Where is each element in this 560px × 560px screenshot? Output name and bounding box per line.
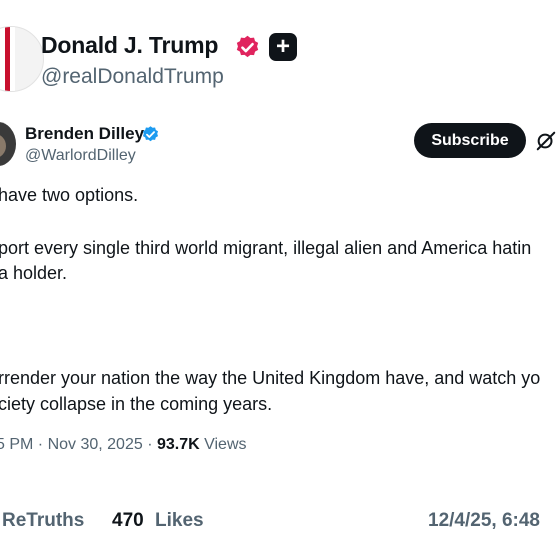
flag-image (0, 27, 15, 91)
quoted-author-handle[interactable]: @WarlordDilley (25, 147, 136, 165)
author-handle[interactable]: @realDonaldTrump (41, 65, 224, 89)
likes-count[interactable]: 470 (112, 510, 144, 532)
verified-badge-icon (142, 126, 159, 142)
subscribe-button[interactable]: Subscribe (414, 123, 526, 158)
quoted-author-name[interactable]: Brenden Dilley (25, 124, 144, 144)
views-count: 93.7K (156, 436, 200, 453)
post-text-line: a holder. (0, 263, 68, 283)
post-timestamp[interactable]: 5 PM · Nov 30, 2025 · (0, 436, 157, 453)
post-text-line: rrender your nation the way the United K… (0, 368, 541, 388)
author-name[interactable]: Donald J. Trump (41, 32, 218, 59)
quoted-avatar[interactable] (0, 122, 16, 166)
retruths-stat[interactable]: ReTruths (2, 510, 84, 532)
grok-icon[interactable] (535, 130, 557, 152)
author-avatar[interactable] (0, 26, 44, 92)
post-text-line: ciety collapse in the coming years. (0, 394, 273, 414)
post-text-line: port every single third world migrant, i… (0, 238, 532, 258)
post-meta: 5 PM · Nov 30, 2025 · 93.7K Views (0, 436, 247, 454)
post-date: 12/4/25, 6:48 (428, 510, 540, 531)
verified-badge-icon (236, 35, 259, 58)
follow-plus-icon[interactable]: + (269, 33, 297, 61)
likes-label[interactable]: Likes (155, 510, 204, 532)
views-label: Views (199, 436, 247, 453)
post-text-line: have two options. (0, 185, 139, 205)
